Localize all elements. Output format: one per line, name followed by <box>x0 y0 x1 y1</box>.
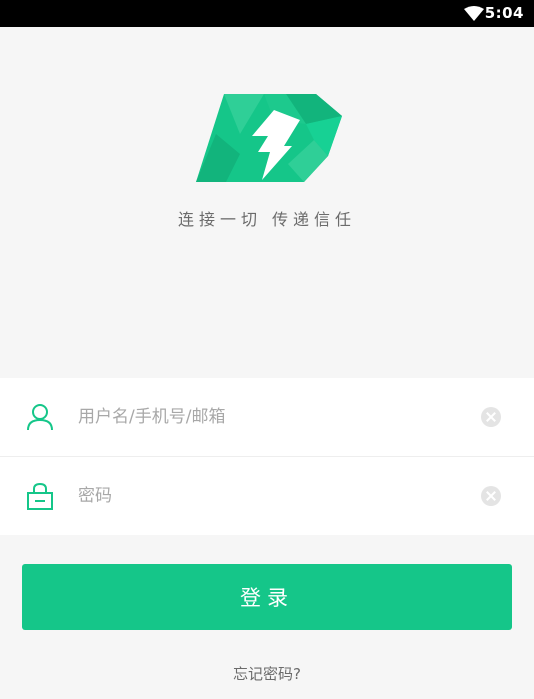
clear-username-icon[interactable] <box>481 407 501 427</box>
clear-password-icon[interactable] <box>481 486 501 506</box>
status-time: 5:04 <box>484 4 524 22</box>
user-icon <box>27 404 53 431</box>
username-input[interactable] <box>78 403 458 431</box>
lightning-logo-icon <box>196 94 342 182</box>
login-button[interactable]: 登录 <box>22 564 512 630</box>
brand-slogan: 连接一切 传递信任 <box>177 210 357 229</box>
forgot-password-link[interactable]: 忘记密码? <box>0 663 534 684</box>
login-form <box>0 378 534 535</box>
password-row <box>0 457 534 535</box>
username-row <box>0 378 534 456</box>
status-bar: 5:04 <box>0 0 534 27</box>
lock-icon <box>27 482 53 510</box>
password-input[interactable] <box>78 482 458 510</box>
wifi-icon <box>464 6 484 21</box>
